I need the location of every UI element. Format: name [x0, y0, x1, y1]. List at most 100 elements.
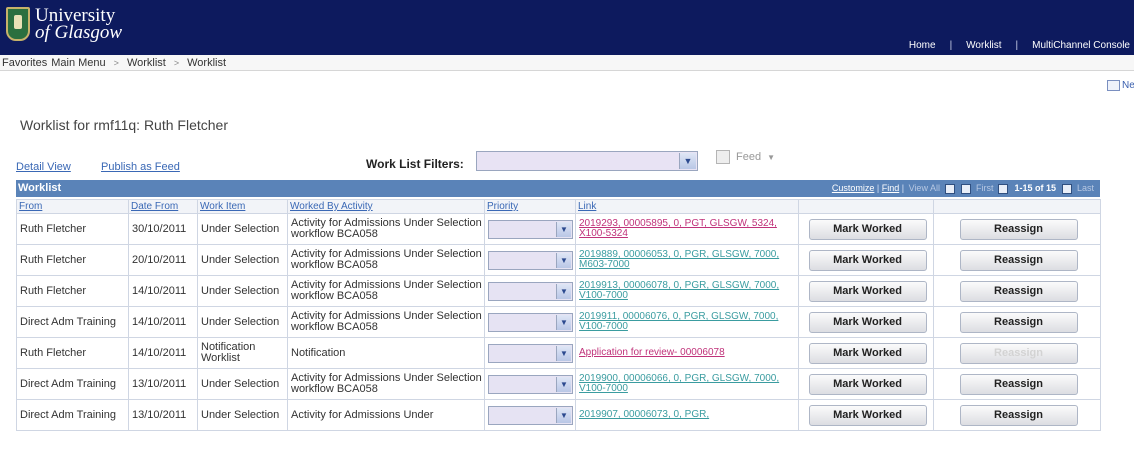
reassign-button[interactable]: Reassign: [959, 342, 1078, 364]
priority-select[interactable]: ▼: [488, 405, 573, 425]
new-window-link[interactable]: New: [1106, 80, 1134, 91]
table-row: Ruth Fletcher 20/10/2011 Under Selection Ac…: [16, 244, 1101, 276]
reassign-button[interactable]: Reassign: [959, 373, 1078, 395]
priority-select[interactable]: ▼: [488, 312, 573, 332]
worklist-table: From Date From Work Item Worked By Activ…: [16, 199, 1101, 431]
cell-date-from: 14/10/2011: [128, 337, 198, 369]
header-banner: University of Glasgow Home | Worklist | …: [0, 0, 1134, 55]
download-icon[interactable]: [944, 183, 955, 194]
chevron-down-icon[interactable]: ▼: [556, 376, 571, 392]
breadcrumb-arrow-icon: >: [173, 57, 180, 68]
cell-work-item: Under Selection: [197, 399, 288, 431]
mark-worked-button[interactable]: Mark Worked: [808, 311, 927, 333]
table-row: Direct Adm Training 13/10/2011 Under Selec…: [16, 368, 1101, 400]
reassign-button[interactable]: Reassign: [959, 280, 1078, 302]
work-item-link[interactable]: 2019889, 00006053, 0, PGR, GLSGW, 7000, …: [579, 250, 798, 270]
cell-work-item: Under Selection: [197, 306, 288, 338]
cell-date-from: 13/10/2011: [128, 399, 198, 431]
grid-title: Worklist: [18, 182, 62, 194]
cell-reassign: Reassign: [933, 399, 1101, 431]
chevron-down-icon[interactable]: ▼: [556, 221, 571, 237]
work-item-link[interactable]: 2019293, 00005895, 0, PGT, GLSGW, 5324, …: [579, 219, 798, 239]
work-item-link[interactable]: 2019911, 00006076, 0, PGR, GLSGW, 7000, …: [579, 312, 798, 332]
cell-from: Direct Adm Training: [16, 368, 129, 400]
favorites-menu[interactable]: Favorites: [2, 57, 47, 69]
mark-worked-button[interactable]: Mark Worked: [808, 373, 927, 395]
next-arrow-icon[interactable]: [1061, 183, 1072, 194]
work-item-link[interactable]: Application for review- 00006078: [579, 348, 798, 358]
cell-priority: ▼: [484, 337, 576, 369]
breadcrumb-worklist[interactable]: Worklist: [127, 57, 166, 69]
find-link[interactable]: Find: [882, 180, 900, 197]
reassign-button[interactable]: Reassign: [959, 311, 1078, 333]
reassign-button[interactable]: Reassign: [959, 218, 1078, 240]
priority-select[interactable]: ▼: [488, 343, 573, 363]
table-row: Ruth Fletcher 14/10/2011 Notification Work…: [16, 337, 1101, 369]
row-count: 1-15 of 15: [1014, 183, 1056, 193]
crest-icon: [6, 7, 30, 41]
priority-select[interactable]: ▼: [488, 250, 573, 270]
page-title: Worklist for rmf11q: Ruth Fletcher: [20, 117, 228, 133]
column-header-work-item[interactable]: Work Item: [197, 199, 288, 214]
table-row: Ruth Fletcher 30/10/2011 Under Selection Ac…: [16, 213, 1101, 245]
priority-select[interactable]: ▼: [488, 281, 573, 301]
feed-label: Feed: [736, 151, 762, 163]
mark-worked-button[interactable]: Mark Worked: [808, 280, 927, 302]
work-item-link[interactable]: 2019913, 00006078, 0, PGR, GLSGW, 7000, …: [579, 281, 798, 301]
cell-from: Ruth Fletcher: [16, 213, 129, 245]
cell-activity: Activity for Admissions Under Selection …: [287, 275, 485, 307]
first-link[interactable]: First: [976, 180, 994, 197]
cell-priority: ▼: [484, 368, 576, 400]
chevron-down-icon[interactable]: ▼: [556, 283, 571, 299]
work-item-link[interactable]: 2019900, 00006066, 0, PGR, GLSGW, 7000, …: [579, 374, 798, 394]
cell-date-from: 14/10/2011: [128, 275, 198, 307]
table-row: Direct Adm Training 14/10/2011 Under Selec…: [16, 306, 1101, 338]
cell-reassign: Reassign: [933, 213, 1101, 245]
nav-home[interactable]: Home: [909, 40, 936, 51]
last-link[interactable]: Last: [1077, 180, 1094, 197]
worklist-filter-select[interactable]: ▼: [476, 151, 698, 171]
mark-worked-button[interactable]: Mark Worked: [808, 218, 927, 240]
grid-icon[interactable]: [960, 183, 971, 194]
column-header-from[interactable]: From: [16, 199, 129, 214]
top-nav: Home | Worklist | MultiChannel Console: [909, 40, 1130, 51]
mark-worked-button[interactable]: Mark Worked: [808, 404, 927, 426]
cell-activity: Activity for Admissions Under Selection …: [287, 306, 485, 338]
cell-activity: Notification: [287, 337, 485, 369]
cell-priority: ▼: [484, 399, 576, 431]
cell-mark: Mark Worked: [798, 244, 934, 276]
cell-work-item: Under Selection: [197, 213, 288, 245]
column-header-link[interactable]: Link: [575, 199, 799, 214]
chevron-down-icon[interactable]: ▼: [556, 314, 571, 330]
reassign-button[interactable]: Reassign: [959, 249, 1078, 271]
column-header-date-from[interactable]: Date From: [128, 199, 198, 214]
priority-select[interactable]: ▼: [488, 374, 573, 394]
detail-view-link[interactable]: Detail View: [16, 161, 71, 173]
mark-worked-button[interactable]: Mark Worked: [808, 249, 927, 271]
chevron-down-icon[interactable]: ▼: [556, 345, 571, 361]
chevron-down-icon[interactable]: ▼: [679, 153, 696, 169]
main-menu[interactable]: Main Menu: [51, 57, 105, 69]
column-header-activity[interactable]: Worked By Activity: [287, 199, 485, 214]
mark-worked-button[interactable]: Mark Worked: [808, 342, 927, 364]
chevron-down-icon[interactable]: ▼: [556, 407, 571, 423]
university-logo[interactable]: University of Glasgow: [6, 6, 122, 42]
table-header-row: From Date From Work Item Worked By Activ…: [16, 199, 1101, 214]
nav-worklist[interactable]: Worklist: [966, 40, 1001, 51]
view-all-link[interactable]: View All: [909, 180, 940, 197]
customize-link[interactable]: Customize: [832, 180, 875, 197]
priority-select[interactable]: ▼: [488, 219, 573, 239]
prev-arrow-icon[interactable]: [998, 183, 1009, 194]
nav-multichannel-console[interactable]: MultiChannel Console: [1032, 40, 1130, 51]
cell-activity: Activity for Admissions Under: [287, 399, 485, 431]
cell-mark: Mark Worked: [798, 213, 934, 245]
reassign-button[interactable]: Reassign: [959, 404, 1078, 426]
table-row: Direct Adm Training 13/10/2011 Under Selec…: [16, 399, 1101, 431]
column-header-priority[interactable]: Priority: [484, 199, 576, 214]
feed-dropdown[interactable]: Feed ▼: [716, 150, 775, 164]
cell-date-from: 14/10/2011: [128, 306, 198, 338]
chevron-down-icon[interactable]: ▼: [556, 252, 571, 268]
publish-feed-link[interactable]: Publish as Feed: [101, 161, 180, 173]
work-item-link[interactable]: 2019907, 00006073, 0, PGR,: [579, 410, 798, 420]
column-header-mark: [798, 199, 934, 214]
